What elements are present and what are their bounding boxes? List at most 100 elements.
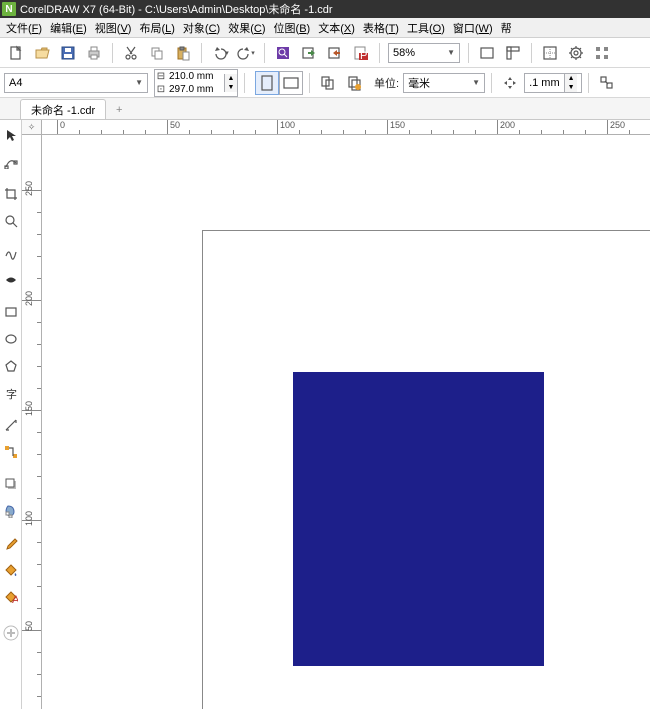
nudge-distance-input[interactable]: ▲▼ bbox=[524, 73, 582, 93]
app-launcher-button[interactable] bbox=[590, 41, 614, 65]
ruler-tick bbox=[277, 120, 278, 135]
full-screen-button[interactable] bbox=[475, 41, 499, 65]
new-doc-button[interactable] bbox=[4, 41, 28, 65]
publish-pdf-button[interactable]: PDF bbox=[349, 41, 373, 65]
menu-item[interactable]: 编辑(E) bbox=[50, 20, 87, 36]
ruler-tick: 250 bbox=[22, 190, 42, 191]
print-button[interactable] bbox=[82, 41, 106, 65]
separator bbox=[264, 43, 265, 63]
menu-item[interactable]: 文件(F) bbox=[6, 20, 42, 36]
menu-item[interactable]: 文本(X) bbox=[318, 20, 355, 36]
ruler-tick: 100 bbox=[22, 520, 42, 521]
cut-button[interactable] bbox=[119, 41, 143, 65]
ruler-tick bbox=[497, 120, 498, 135]
unit-label: 单位: bbox=[374, 75, 399, 91]
property-toolbar: ▼ ⊟ ⊡ ▲▼ 单位: ▼ ▲▼ bbox=[0, 68, 650, 98]
polygon-tool[interactable] bbox=[1, 354, 21, 378]
unit-value[interactable] bbox=[408, 77, 458, 89]
rectangle-tool[interactable] bbox=[1, 300, 21, 324]
freehand-tool[interactable] bbox=[1, 241, 21, 265]
page-size-select[interactable]: ▼ bbox=[4, 73, 148, 93]
dim-spinner[interactable]: ▲▼ bbox=[224, 74, 237, 92]
orientation-group bbox=[255, 71, 303, 95]
vertical-ruler[interactable]: 25020015010050 bbox=[22, 135, 42, 709]
quick-customize-button[interactable] bbox=[1, 621, 21, 645]
zoom-value-input[interactable] bbox=[393, 47, 433, 59]
separator bbox=[201, 43, 202, 63]
all-pages-button[interactable] bbox=[316, 71, 340, 95]
standard-toolbar: ▾ ▾ PDF ▼ bbox=[0, 38, 650, 68]
landscape-button[interactable] bbox=[279, 71, 303, 95]
horizontal-ruler[interactable] bbox=[42, 120, 650, 135]
page-dimensions-group: ⊟ ⊡ ▲▼ bbox=[154, 69, 238, 97]
save-button[interactable] bbox=[56, 41, 80, 65]
text-tool[interactable]: 字 bbox=[1, 381, 21, 405]
options-button[interactable] bbox=[564, 41, 588, 65]
menu-item[interactable]: 表格(T) bbox=[363, 20, 399, 36]
pick-tool[interactable] bbox=[1, 123, 21, 147]
ellipse-tool[interactable] bbox=[1, 327, 21, 351]
import-button[interactable] bbox=[297, 41, 321, 65]
ruler-tick bbox=[167, 120, 168, 135]
artistic-media-tool[interactable] bbox=[1, 268, 21, 292]
current-page-button[interactable] bbox=[342, 71, 366, 95]
ruler-tick: 200 bbox=[22, 300, 42, 301]
connector-tool[interactable] bbox=[1, 440, 21, 464]
menu-item[interactable]: 工具(O) bbox=[407, 20, 445, 36]
width-icon: ⊟ bbox=[155, 71, 167, 82]
interactive-fill-tool[interactable] bbox=[1, 558, 21, 582]
page-height-input[interactable] bbox=[169, 83, 224, 96]
drop-shadow-tool[interactable] bbox=[1, 472, 21, 496]
page-size-value[interactable] bbox=[9, 77, 109, 89]
search-content-button[interactable] bbox=[271, 41, 295, 65]
document-tab[interactable]: 未命名 -1.cdr bbox=[20, 99, 106, 119]
menu-item[interactable]: 视图(V) bbox=[95, 20, 132, 36]
document-tab-bar: 未命名 -1.cdr + bbox=[0, 98, 650, 120]
chevron-down-icon: ▼ bbox=[472, 78, 480, 87]
separator bbox=[491, 73, 492, 93]
transparency-tool[interactable] bbox=[1, 499, 21, 523]
menu-item[interactable]: 对象(C) bbox=[183, 20, 220, 36]
redo-button[interactable]: ▾ bbox=[234, 41, 258, 65]
zoom-tool[interactable] bbox=[1, 209, 21, 233]
ruler-origin-icon[interactable]: ✧ bbox=[22, 120, 42, 135]
drawing-area: ✧ 25020015010050 bbox=[22, 120, 650, 709]
menu-item[interactable]: 帮 bbox=[501, 20, 512, 36]
snap-button[interactable] bbox=[538, 41, 562, 65]
nudge-icon bbox=[502, 76, 518, 90]
work-area: 字 A ✧ 25020015010050 bbox=[0, 120, 650, 709]
svg-text:字: 字 bbox=[6, 387, 17, 400]
smart-fill-tool[interactable]: A bbox=[1, 585, 21, 609]
menu-item[interactable]: 位图(B) bbox=[274, 20, 311, 36]
separator bbox=[379, 43, 380, 63]
parallel-dimension-tool[interactable] bbox=[1, 413, 21, 437]
separator bbox=[309, 73, 310, 93]
paste-button[interactable] bbox=[171, 41, 195, 65]
page-width-input[interactable] bbox=[169, 70, 224, 83]
shape-tool[interactable] bbox=[1, 150, 21, 174]
app-logo-icon: N bbox=[2, 2, 16, 16]
copy-button[interactable] bbox=[145, 41, 169, 65]
undo-button[interactable]: ▾ bbox=[208, 41, 232, 65]
nudge-value[interactable] bbox=[529, 77, 563, 89]
zoom-level-select[interactable]: ▼ bbox=[388, 43, 460, 63]
ruler-tick bbox=[57, 120, 58, 135]
chevron-down-icon: ▼ bbox=[447, 48, 455, 57]
svg-text:A: A bbox=[12, 594, 18, 604]
export-button[interactable] bbox=[323, 41, 347, 65]
menu-item[interactable]: 布局(L) bbox=[139, 20, 174, 36]
canvas[interactable] bbox=[42, 135, 650, 709]
separator bbox=[244, 73, 245, 93]
crop-tool[interactable] bbox=[1, 182, 21, 206]
open-button[interactable] bbox=[30, 41, 54, 65]
window-title: CorelDRAW X7 (64-Bit) - C:\Users\Admin\D… bbox=[20, 1, 333, 17]
duplicate-distance-button[interactable] bbox=[595, 71, 619, 95]
portrait-button[interactable] bbox=[255, 71, 279, 95]
add-tab-button[interactable]: + bbox=[110, 101, 128, 119]
show-rulers-button[interactable] bbox=[501, 41, 525, 65]
color-eyedropper-tool[interactable] bbox=[1, 531, 21, 555]
unit-select[interactable]: ▼ bbox=[403, 73, 485, 93]
rectangle-shape[interactable] bbox=[293, 372, 544, 666]
menu-item[interactable]: 效果(C) bbox=[228, 20, 265, 36]
menu-item[interactable]: 窗口(W) bbox=[453, 20, 493, 36]
